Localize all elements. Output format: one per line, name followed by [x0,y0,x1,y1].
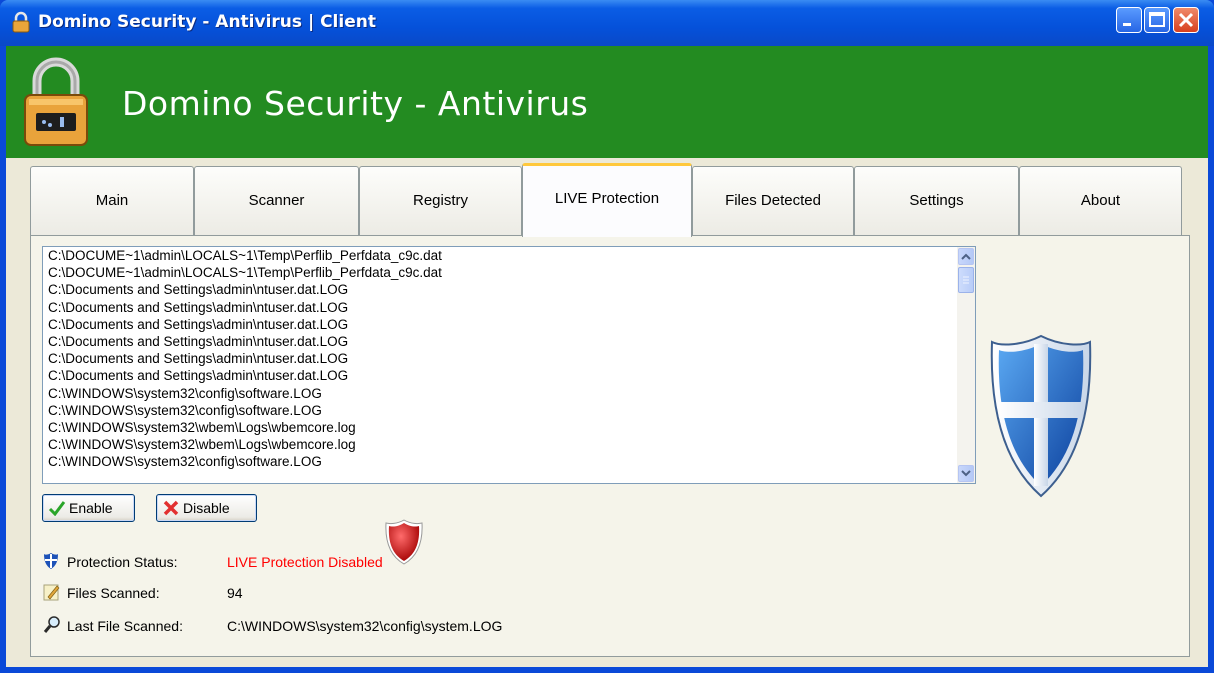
protection-status-label: Protection Status: [67,554,178,570]
tab-scanner[interactable]: Scanner [194,166,359,236]
close-icon [1178,12,1194,28]
tab-main[interactable]: Main [30,166,194,236]
scanned-files-list[interactable]: C:\DOCUME~1\admin\LOCALS~1\Temp\Perflib_… [42,246,976,484]
shield-icon [44,553,58,569]
list-item[interactable]: C:\Documents and Settings\admin\ntuser.d… [43,281,975,298]
tab-files-detected[interactable]: Files Detected [692,166,854,236]
tab-about[interactable]: About [1019,166,1182,236]
chevron-up-icon [961,253,971,260]
list-item[interactable]: C:\Documents and Settings\admin\ntuser.d… [43,316,975,333]
app-title: Domino Security - Antivirus [122,84,589,123]
disable-button[interactable]: Disable [156,494,257,522]
chevron-down-icon [961,470,971,477]
tab-bar: Main Scanner Registry LIVE Protection Fi… [30,163,1190,237]
tab-registry[interactable]: Registry [359,166,522,236]
protection-status-value: LIVE Protection Disabled [227,554,383,570]
tab-live-protection[interactable]: LIVE Protection [522,163,692,237]
list-item[interactable]: C:\Documents and Settings\admin\ntuser.d… [43,350,975,367]
app-header: Domino Security - Antivirus [6,46,1208,158]
list-item[interactable]: C:\Documents and Settings\admin\ntuser.d… [43,333,975,350]
vertical-scrollbar[interactable] [957,247,975,483]
list-item[interactable]: C:\WINDOWS\system32\wbem\Logs\wbemcore.l… [43,419,975,436]
padlock-icon [12,11,30,33]
shield-icon [385,519,423,565]
maximize-button[interactable] [1144,7,1170,33]
live-protection-panel: C:\DOCUME~1\admin\LOCALS~1\Temp\Perflib_… [30,235,1190,657]
scroll-thumb[interactable] [958,267,974,293]
files-scanned-value: 94 [227,585,243,601]
scroll-down-button[interactable] [958,465,974,482]
grip-icon [963,276,969,284]
last-file-scanned-label: Last File Scanned: [67,618,183,634]
list-item[interactable]: C:\DOCUME~1\admin\LOCALS~1\Temp\Perflib_… [43,264,975,281]
list-item[interactable]: C:\WINDOWS\system32\config\software.LOG [43,385,975,402]
window-title: Domino Security - Antivirus | Client [38,12,376,32]
list-item[interactable]: C:\WINDOWS\system32\config\software.LOG [43,453,975,470]
magnifier-icon [43,616,60,633]
enable-button[interactable]: Enable [42,494,135,522]
notepad-icon [43,584,60,601]
files-scanned-label: Files Scanned: [67,585,160,601]
title-bar[interactable]: Domino Security - Antivirus | Client [0,0,1214,46]
scroll-up-button[interactable] [958,248,974,265]
last-file-scanned-value: C:\WINDOWS\system32\config\system.LOG [227,618,503,634]
list-item[interactable]: C:\WINDOWS\system32\wbem\Logs\wbemcore.l… [43,436,975,453]
app-window: Domino Security - Antivirus | Client Dom… [0,0,1214,673]
disable-label: Disable [183,500,230,516]
close-button[interactable] [1173,7,1199,33]
padlock-icon [24,57,88,146]
minimize-icon [1123,23,1131,26]
enable-label: Enable [69,500,113,516]
list-item[interactable]: C:\Documents and Settings\admin\ntuser.d… [43,299,975,316]
client-area: Domino Security - Antivirus Main Scanner… [6,46,1208,667]
maximize-icon [1149,12,1165,27]
minimize-button[interactable] [1116,7,1142,33]
list-item[interactable]: C:\DOCUME~1\admin\LOCALS~1\Temp\Perflib_… [43,247,975,264]
tab-settings[interactable]: Settings [854,166,1019,236]
list-item[interactable]: C:\Documents and Settings\admin\ntuser.d… [43,367,975,384]
checkmark-icon [48,501,66,516]
x-icon [163,500,179,516]
shield-icon [990,334,1092,498]
list-item[interactable]: C:\WINDOWS\system32\config\software.LOG [43,402,975,419]
